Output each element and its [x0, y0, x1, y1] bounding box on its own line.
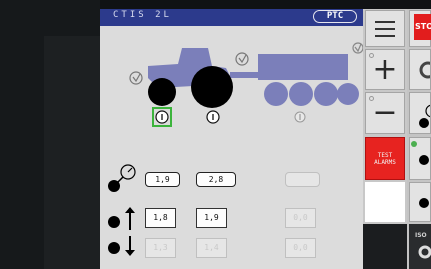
test-alarms-button[interactable]: TEST ALARMS — [365, 137, 405, 180]
deflate-arrow-icon — [108, 236, 135, 256]
minus-icon: − — [372, 95, 398, 130]
increase-button[interactable]: + — [365, 49, 405, 90]
trailer-hitch-icon — [230, 72, 260, 78]
menu-button[interactable] — [365, 10, 405, 47]
plus-icon: + — [372, 51, 398, 87]
secondary-button[interactable] — [409, 92, 431, 134]
status-dot — [369, 96, 374, 101]
wheel-gauge-icon — [419, 104, 430, 128]
gear-icon — [418, 245, 431, 259]
secondary-button[interactable] — [409, 49, 431, 90]
iso-label: ISO — [415, 232, 427, 239]
vehicle-illustration — [129, 42, 363, 127]
ptc-badge[interactable]: PTC — [313, 10, 357, 23]
inflate-pressure-trailer[interactable]: 0,0 — [285, 208, 316, 228]
current-pressure-rear[interactable]: 2,8 — [196, 172, 236, 187]
inflate-pressure-front[interactable]: 1,8 — [145, 208, 176, 228]
menu-icon — [375, 20, 395, 37]
ptc-label: PTC — [326, 11, 344, 21]
test-alarms-label: TEST ALARMS — [374, 151, 396, 166]
trailer-wheel-icon — [337, 83, 359, 105]
rear-wheel-icon — [191, 66, 233, 108]
check-icon — [235, 52, 249, 66]
secondary-button[interactable] — [409, 182, 431, 222]
inflate-pressure-rear[interactable]: 1,9 — [196, 208, 227, 228]
deflate-pressure-front[interactable]: 1,3 — [145, 238, 176, 258]
current-pressure-front[interactable]: 1,9 — [145, 172, 180, 187]
inflate-arrow-icon — [108, 207, 135, 230]
trailer-wheel-icon — [289, 82, 313, 106]
pressure-icons — [108, 164, 136, 256]
bezel-panel — [44, 36, 100, 269]
current-pressure-trailer[interactable] — [285, 172, 320, 187]
decrease-button[interactable]: − — [365, 92, 405, 134]
status-dot — [369, 53, 374, 58]
check-icon — [129, 71, 143, 85]
trailer-body-icon — [258, 54, 348, 80]
pressure-gauge-icon — [108, 164, 136, 192]
empty-softkey — [363, 224, 407, 269]
trailer-wheel-icon — [264, 82, 288, 106]
check-icon — [352, 42, 363, 54]
wheel-icon — [419, 198, 429, 208]
stop-sign-icon: STO — [414, 14, 431, 40]
deflate-pressure-trailer[interactable]: 0,0 — [285, 238, 316, 258]
secondary-button[interactable] — [409, 137, 431, 180]
deflate-pressure-rear[interactable]: 1,4 — [196, 238, 227, 258]
page-title: CTIS 2L — [113, 10, 172, 20]
ring-icon — [419, 61, 430, 79]
trailer-wheel-icon — [314, 82, 338, 106]
blank-softkey[interactable] — [365, 182, 405, 222]
front-wheel-icon — [148, 78, 176, 106]
wheel-icon — [411, 141, 429, 165]
